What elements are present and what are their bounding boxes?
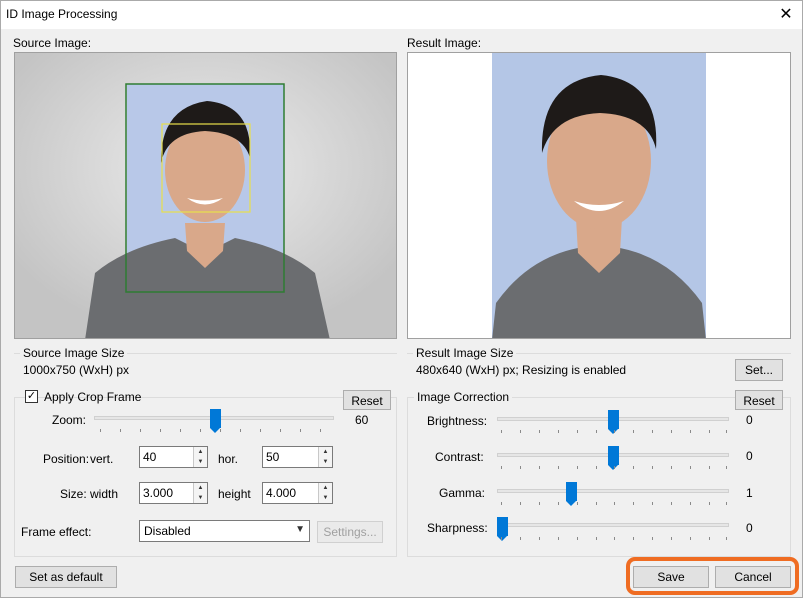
close-icon[interactable]: ✕ <box>771 2 801 28</box>
spin-down-icon[interactable]: ▼ <box>194 457 207 467</box>
gamma-value: 1 <box>746 486 753 500</box>
sharpness-value: 0 <box>746 521 753 535</box>
contrast-label: Contrast: <box>435 450 484 464</box>
brightness-label: Brightness: <box>427 414 488 428</box>
spin-up-icon[interactable]: ▲ <box>194 483 207 493</box>
gamma-label: Gamma: <box>439 486 486 500</box>
size-label: Size: <box>60 487 87 501</box>
spin-down-icon[interactable]: ▼ <box>194 493 207 503</box>
contrast-slider-thumb[interactable] <box>608 446 619 470</box>
hor-label: hor. <box>218 452 239 466</box>
sharpness-label: Sharpness: <box>427 521 488 535</box>
vert-label: vert. <box>90 452 114 466</box>
title-bar[interactable]: ID Image Processing ✕ <box>1 1 802 29</box>
source-image-panel[interactable] <box>14 52 397 339</box>
position-label: Position: <box>43 452 90 466</box>
width-label: width <box>90 487 119 501</box>
set-as-default-button[interactable]: Set as default <box>15 566 117 588</box>
result-photo <box>492 53 706 338</box>
spin-up-icon[interactable]: ▲ <box>319 483 332 493</box>
result-image-label: Result Image: <box>407 36 482 50</box>
zoom-slider-thumb[interactable] <box>210 409 221 433</box>
width-stepper[interactable]: 3.000 ▲ ▼ <box>139 482 208 504</box>
frame-effect-value: Disabled <box>144 524 191 538</box>
source-photo <box>15 53 396 338</box>
apply-crop-label[interactable]: Apply Crop Frame <box>44 390 141 404</box>
brightness-slider-thumb[interactable] <box>608 410 619 434</box>
contrast-value: 0 <box>746 449 753 463</box>
frame-effect-select[interactable]: Disabled ▼ <box>139 520 310 542</box>
correction-reset-button[interactable]: Reset <box>735 390 783 410</box>
height-stepper[interactable]: 4.000 ▲ ▼ <box>262 482 333 504</box>
spin-up-icon[interactable]: ▲ <box>194 447 207 457</box>
apply-crop-checkbox[interactable]: ✓ <box>25 390 38 403</box>
contrast-slider-ticks <box>501 466 727 470</box>
zoom-slider-ticks <box>100 429 330 433</box>
window-title: ID Image Processing <box>6 7 118 21</box>
image-correction-legend: Image Correction <box>414 390 513 404</box>
gamma-slider-track[interactable] <box>497 489 729 493</box>
source-size-legend: Source Image Size <box>20 346 128 360</box>
brightness-value: 0 <box>746 413 753 427</box>
spin-down-icon[interactable]: ▼ <box>319 493 332 503</box>
set-size-button[interactable]: Set... <box>735 359 783 381</box>
result-image-panel[interactable] <box>407 52 791 339</box>
sharpness-slider-track[interactable] <box>497 523 729 527</box>
sharpness-slider-ticks <box>501 537 727 541</box>
spin-down-icon[interactable]: ▼ <box>319 457 332 467</box>
chevron-down-icon: ▼ <box>295 524 305 535</box>
height-label: height <box>218 487 251 501</box>
vert-value: 40 <box>143 450 157 464</box>
result-size-legend: Result Image Size <box>413 346 517 360</box>
gamma-slider-ticks <box>501 502 727 506</box>
width-value: 3.000 <box>143 486 174 500</box>
dialog-window: ID Image Processing ✕ Source Image: Resu… <box>0 0 803 598</box>
height-value: 4.000 <box>266 486 297 500</box>
source-size-value: 1000x750 (WxH) px <box>23 363 130 377</box>
save-button[interactable]: Save <box>633 566 709 588</box>
brightness-slider-ticks <box>501 430 727 434</box>
frame-effect-label: Frame effect: <box>21 525 92 539</box>
zoom-value: 60 <box>355 413 369 427</box>
vert-stepper[interactable]: 40 ▲ ▼ <box>139 446 208 468</box>
hor-value: 50 <box>266 450 280 464</box>
source-image-label: Source Image: <box>13 36 92 50</box>
crop-reset-button[interactable]: Reset <box>343 390 391 410</box>
frame-settings-button[interactable]: Settings... <box>317 521 383 543</box>
result-size-value: 480x640 (WxH) px; Resizing is enabled <box>416 363 627 377</box>
cancel-button[interactable]: Cancel <box>715 566 791 588</box>
zoom-label: Zoom: <box>52 413 87 427</box>
gamma-slider-thumb[interactable] <box>566 482 577 506</box>
spin-up-icon[interactable]: ▲ <box>319 447 332 457</box>
hor-stepper[interactable]: 50 ▲ ▼ <box>262 446 333 468</box>
sharpness-slider-thumb[interactable] <box>497 517 508 541</box>
